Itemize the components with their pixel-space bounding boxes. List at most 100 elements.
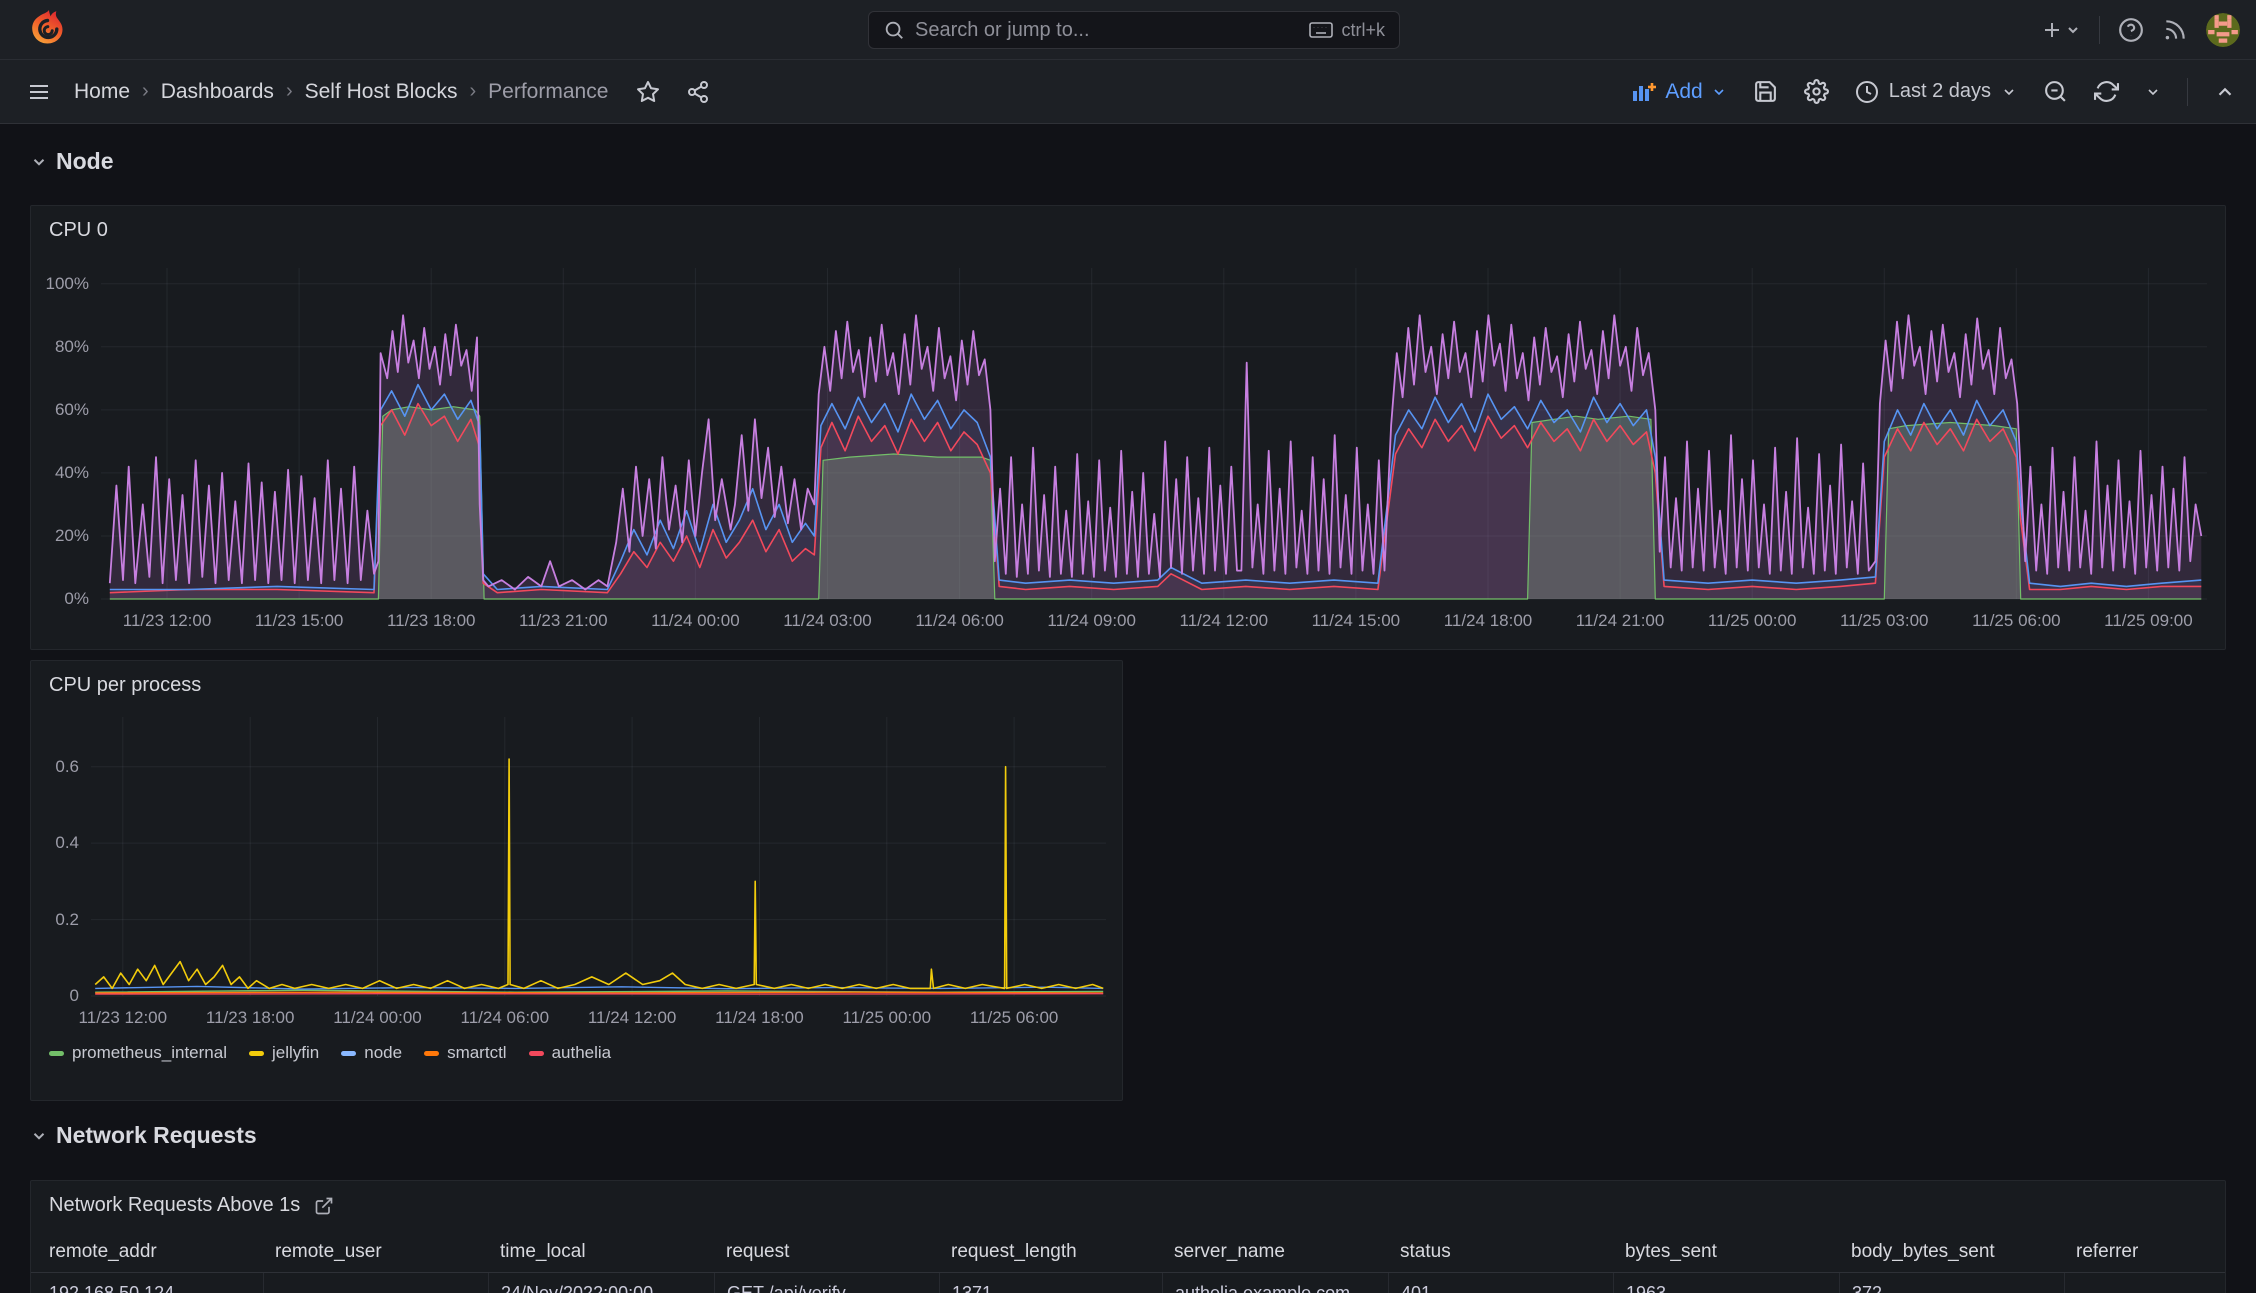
x-axis-tick: 11/23 12:00 — [78, 1008, 168, 1027]
panel-network-requests-above-1s[interactable]: Network Requests Above 1s remote_addr rem… — [30, 1180, 2226, 1293]
table-header-row: remote_addr remote_user time_local request r… — [31, 1231, 2225, 1273]
share-icon[interactable] — [686, 80, 710, 104]
y-axis-tick: 20% — [54, 525, 89, 545]
table-cell-request_length: 1371 — [939, 1273, 1162, 1293]
breadcrumb-item-dashboards[interactable]: Dashboards — [161, 80, 274, 104]
legend-color-chip — [424, 1050, 440, 1056]
legend-color-chip — [528, 1050, 544, 1056]
section-title-network-requests: Network Requests — [56, 1122, 257, 1148]
section-row-network-requests[interactable]: Network Requests — [30, 1122, 257, 1149]
table-cell-remote_addr: 192.168.50.124 — [49, 1282, 175, 1293]
settings-gear-icon[interactable] — [1803, 79, 1829, 104]
breadcrumb: Home › Dashboards › Self Host Blocks › Perform… — [74, 80, 608, 104]
x-axis-tick: 11/24 15:00 — [1311, 611, 1401, 630]
chevron-down-icon — [2148, 88, 2158, 95]
x-axis-tick: 11/24 18:00 — [1443, 611, 1533, 630]
chart-canvas[interactable] — [91, 717, 1106, 997]
x-axis-tick: 11/23 12:00 — [122, 611, 212, 630]
x-axis-tick: 11/23 18:00 — [205, 1008, 295, 1027]
column-header-body_bytes_sent[interactable]: body_bytes_sent — [1839, 1241, 2064, 1263]
x-axis-tick: 11/25 09:00 — [2104, 611, 2193, 630]
avatar[interactable] — [2206, 13, 2240, 47]
column-header-referrer[interactable]: referrer — [2064, 1241, 2214, 1263]
search-input[interactable]: Search or jump to... ctrl+k — [868, 11, 1400, 49]
table-cell-referrer — [2064, 1273, 2214, 1293]
y-axis-tick: 60% — [54, 399, 89, 419]
table-cell-bytes_sent: 1963 — [1613, 1273, 1839, 1293]
legend-item-smartctl[interactable]: smartctl — [424, 1043, 507, 1063]
column-header-remote_user[interactable]: remote_user — [263, 1241, 488, 1263]
panel-title[interactable]: CPU per process — [49, 674, 201, 697]
legend-item-authelia[interactable]: authelia — [528, 1043, 612, 1063]
section-row-node[interactable]: Node — [30, 148, 114, 175]
column-header-request_length[interactable]: request_length — [939, 1241, 1162, 1263]
table-cell-status: 401 — [1388, 1273, 1613, 1293]
panel-title[interactable]: CPU 0 — [49, 219, 108, 242]
top-navigation-bar: Search or jump to... ctrl+k — [0, 0, 2256, 60]
save-icon[interactable] — [1753, 79, 1778, 104]
breadcrumb-item-performance: Performance — [488, 79, 609, 103]
time-range-picker[interactable]: Last 2 days — [1855, 80, 2017, 104]
legend-item-node[interactable]: node — [341, 1043, 402, 1063]
chart-canvas[interactable] — [101, 268, 2207, 600]
legend-label: authelia — [551, 1043, 612, 1062]
topbar-divider — [2099, 16, 2100, 44]
y-axis-tick: 80% — [54, 336, 89, 356]
legend-color-chip — [248, 1050, 264, 1056]
panel-cpu-0[interactable]: CPU 0 0% 20% 40% 60% 80% 100% 11/23 12:00 11/23… — [30, 205, 2226, 650]
search-shortcut: ctrl+k — [1309, 20, 1385, 41]
column-header-remote_addr[interactable]: remote_addr — [37, 1241, 263, 1263]
refresh-interval-dropdown[interactable] — [2145, 84, 2161, 100]
column-header-request[interactable]: request — [714, 1241, 939, 1263]
grafana-logo[interactable] — [26, 8, 70, 52]
column-header-bytes_sent[interactable]: bytes_sent — [1613, 1241, 1839, 1263]
table-cell-remote_user — [263, 1273, 488, 1293]
refresh-icon[interactable] — [2094, 79, 2119, 104]
dashboard-toolbar: Home › Dashboards › Self Host Blocks › Perform… — [0, 60, 2256, 124]
series-line-smartctl — [95, 991, 1104, 994]
chevron-down-icon — [1714, 88, 1724, 95]
x-axis-tick: 11/24 00:00 — [333, 1008, 422, 1027]
panel-title[interactable]: Network Requests Above 1s — [49, 1194, 334, 1217]
legend-item-jellyfin[interactable]: jellyfin — [248, 1043, 319, 1063]
legend-item-prometheus_internal[interactable]: prometheus_internal — [49, 1043, 227, 1063]
external-link-icon[interactable] — [314, 1196, 334, 1216]
breadcrumb-item-self-host-blocks[interactable]: Self Host Blocks — [305, 80, 458, 104]
legend-label: prometheus_internal — [72, 1043, 227, 1062]
series-line-jellyfin — [94, 758, 1104, 990]
column-header-time_local[interactable]: time_local — [488, 1241, 714, 1263]
news-icon[interactable] — [2162, 17, 2188, 43]
column-header-server_name[interactable]: server_name — [1162, 1241, 1388, 1263]
breadcrumb-item-home[interactable]: Home — [74, 80, 130, 104]
search-icon — [883, 19, 905, 41]
x-axis-tick: 11/25 03:00 — [1839, 611, 1929, 630]
collapse-toolbar-icon[interactable] — [2214, 81, 2236, 103]
menu-icon[interactable] — [24, 80, 54, 104]
y-axis-tick: 0 — [69, 986, 79, 1005]
table-row[interactable]: 192.168.50.124 24/Nov/2022:00:00 GET /api/… — [31, 1273, 2225, 1293]
help-icon[interactable] — [2118, 17, 2144, 43]
time-range-label: Last 2 days — [1888, 80, 1991, 102]
favorite-star-icon[interactable] — [636, 80, 660, 104]
add-panel-button[interactable]: Add — [1631, 80, 1726, 104]
breadcrumb-separator: › — [142, 80, 149, 102]
column-header-status[interactable]: status — [1388, 1241, 1613, 1263]
panel-cpu-per-process[interactable]: CPU per process prometheus_internal jelly… — [30, 660, 1123, 1101]
x-axis-tick: 11/24 21:00 — [1575, 611, 1665, 630]
x-axis-tick: 11/24 12:00 — [1179, 611, 1269, 630]
table-cell-time_local: 24/Nov/2022:00:00 — [488, 1273, 714, 1293]
x-axis-tick: 11/25 00:00 — [842, 1008, 932, 1027]
chevron-down-icon — [2004, 88, 2014, 95]
x-axis-tick: 11/24 12:00 — [587, 1008, 677, 1027]
keyboard-icon — [1309, 21, 1334, 39]
x-axis-tick: 11/25 06:00 — [969, 1008, 1059, 1027]
table-body: 192.168.50.124 24/Nov/2022:00:00 GET /api/… — [31, 1273, 2225, 1293]
new-menu-button[interactable] — [2043, 18, 2081, 42]
x-axis-tick: 11/25 06:00 — [1972, 611, 2061, 630]
chart-legend: prometheus_internal jellyfin node smartctl a… — [49, 1043, 611, 1063]
search-placeholder: Search or jump to... — [915, 18, 1090, 41]
chevron-down-icon — [33, 1132, 45, 1140]
zoom-out-icon[interactable] — [2043, 79, 2068, 104]
chevron-down-icon — [33, 158, 45, 166]
table-cell-body_bytes_sent: 372 — [1839, 1273, 2064, 1293]
